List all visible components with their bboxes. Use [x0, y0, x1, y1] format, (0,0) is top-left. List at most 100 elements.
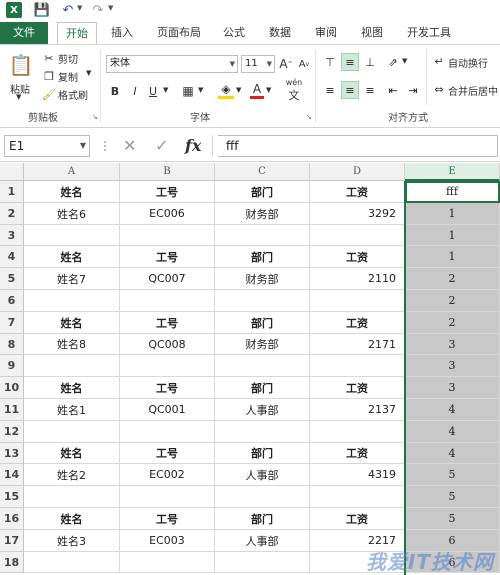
cell-d9[interactable] — [310, 355, 405, 377]
row-header[interactable]: 4 — [0, 246, 24, 268]
cell-c17[interactable]: 人事部 — [215, 530, 310, 552]
row-header[interactable]: 15 — [0, 486, 24, 508]
cell-b5[interactable]: QC007 — [120, 268, 215, 290]
cut-button[interactable]: 剪切 — [58, 51, 78, 66]
align-bottom-icon[interactable]: ⊥ — [361, 53, 379, 71]
row-header[interactable]: 3 — [0, 225, 24, 246]
undo-icon[interactable]: ↶ — [60, 2, 76, 18]
cell-c11[interactable]: 人事部 — [215, 399, 310, 421]
tab-insert[interactable]: 插入 — [104, 22, 140, 44]
cell-c2[interactable]: 财务部 — [215, 203, 310, 225]
column-header-e[interactable]: E — [405, 163, 500, 181]
cell-d1[interactable]: 工资 — [310, 181, 405, 203]
cell-e15[interactable]: 5 — [405, 486, 500, 508]
cell-b7[interactable]: 工号 — [120, 312, 215, 334]
cell-d11[interactable]: 2137 — [310, 399, 405, 421]
font-size-select[interactable]: 11 ▼ — [241, 55, 275, 73]
cell-e4[interactable]: 1 — [405, 246, 500, 268]
font-name-select[interactable]: 宋体 ▼ — [106, 55, 238, 73]
cell-c5[interactable]: 财务部 — [215, 268, 310, 290]
cell-a14[interactable]: 姓名2 — [24, 464, 120, 486]
cell-e14[interactable]: 5 — [405, 464, 500, 486]
underline-dropdown-icon[interactable]: ▼ — [163, 86, 168, 94]
fill-color-icon[interactable]: ◈ — [218, 81, 234, 99]
cell-a4[interactable]: 姓名 — [24, 246, 120, 268]
cell-b13[interactable]: 工号 — [120, 443, 215, 464]
tab-data[interactable]: 数据 — [262, 22, 298, 44]
align-middle-icon[interactable]: ≡ — [341, 53, 359, 71]
align-left-icon[interactable]: ≡ — [321, 81, 339, 99]
row-header[interactable]: 10 — [0, 377, 24, 399]
row-header[interactable]: 18 — [0, 552, 24, 573]
bold-button[interactable]: B — [108, 83, 122, 99]
cell-d2[interactable]: 3292 — [310, 203, 405, 225]
borders-dropdown-icon[interactable]: ▼ — [198, 86, 203, 94]
cell-d15[interactable] — [310, 486, 405, 508]
tab-formulas[interactable]: 公式 — [216, 22, 252, 44]
cell-a18[interactable] — [24, 552, 120, 573]
cell-c3[interactable] — [215, 225, 310, 246]
cell-e3[interactable]: 1 — [405, 225, 500, 246]
cell-d6[interactable] — [310, 290, 405, 312]
cell-e2[interactable]: 1 — [405, 203, 500, 225]
cell-a3[interactable] — [24, 225, 120, 246]
align-top-icon[interactable]: ⊤ — [321, 53, 339, 71]
cell-e13[interactable]: 4 — [405, 443, 500, 464]
cell-d5[interactable]: 2110 — [310, 268, 405, 290]
increase-indent-icon[interactable]: ⇥ — [404, 81, 422, 99]
underline-button[interactable]: U — [146, 83, 160, 99]
cell-b15[interactable] — [120, 486, 215, 508]
cell-b3[interactable] — [120, 225, 215, 246]
cell-c13[interactable]: 部门 — [215, 443, 310, 464]
cell-d14[interactable]: 4319 — [310, 464, 405, 486]
cell-b6[interactable] — [120, 290, 215, 312]
column-header-c[interactable]: C — [215, 163, 310, 181]
cell-b2[interactable]: EC006 — [120, 203, 215, 225]
cell-a16[interactable]: 姓名 — [24, 508, 120, 530]
cell-a5[interactable]: 姓名7 — [24, 268, 120, 290]
cell-e16[interactable]: 5 — [405, 508, 500, 530]
cell-a17[interactable]: 姓名3 — [24, 530, 120, 552]
cell-a7[interactable]: 姓名 — [24, 312, 120, 334]
select-all-corner[interactable] — [0, 163, 24, 181]
cut-icon[interactable]: ✂ — [42, 51, 56, 65]
tab-view[interactable]: 视图 — [354, 22, 390, 44]
tab-page-layout[interactable]: 页面布局 — [150, 22, 208, 44]
cell-d8[interactable]: 2171 — [310, 334, 405, 355]
tab-home[interactable]: 开始 — [57, 22, 97, 45]
tab-review[interactable]: 审阅 — [308, 22, 344, 44]
cell-d13[interactable]: 工资 — [310, 443, 405, 464]
cell-c8[interactable]: 财务部 — [215, 334, 310, 355]
row-header[interactable]: 16 — [0, 508, 24, 530]
copy-icon[interactable]: ❐ — [42, 69, 56, 83]
phonetic-icon[interactable]: wén 文 — [284, 78, 304, 102]
row-header[interactable]: 17 — [0, 530, 24, 552]
cell-c18[interactable] — [215, 552, 310, 573]
borders-icon[interactable]: ▦ — [180, 83, 196, 99]
orientation-icon[interactable]: ⇗ — [384, 53, 402, 71]
align-center-icon[interactable]: ≡ — [341, 81, 359, 99]
cell-b12[interactable] — [120, 421, 215, 443]
cell-c12[interactable] — [215, 421, 310, 443]
customize-qa-icon[interactable]: ▼ — [108, 4, 113, 12]
merge-center-button[interactable]: 合并后居中 — [448, 83, 498, 98]
column-header-b[interactable]: B — [120, 163, 215, 181]
merge-center-icon[interactable]: ⇔ — [432, 81, 446, 97]
enter-icon[interactable]: ✓ — [155, 135, 168, 157]
format-painter-icon[interactable]: 🖌 — [42, 87, 56, 101]
cell-c1[interactable]: 部门 — [215, 181, 310, 203]
copy-button[interactable]: 复制 — [58, 69, 78, 84]
row-header[interactable]: 5 — [0, 268, 24, 290]
font-color-icon[interactable]: A — [250, 81, 264, 99]
paste-dropdown-icon[interactable]: ▼ — [16, 93, 21, 101]
cell-d4[interactable]: 工资 — [310, 246, 405, 268]
cell-b10[interactable]: 工号 — [120, 377, 215, 399]
cell-d10[interactable]: 工资 — [310, 377, 405, 399]
insert-function-icon[interactable]: fx — [185, 135, 201, 157]
cell-b11[interactable]: QC001 — [120, 399, 215, 421]
cell-b14[interactable]: EC002 — [120, 464, 215, 486]
row-header[interactable]: 9 — [0, 355, 24, 377]
decrease-indent-icon[interactable]: ⇤ — [384, 81, 402, 99]
save-icon[interactable]: 💾 — [34, 2, 50, 18]
shrink-font-icon[interactable]: Av — [297, 55, 311, 73]
